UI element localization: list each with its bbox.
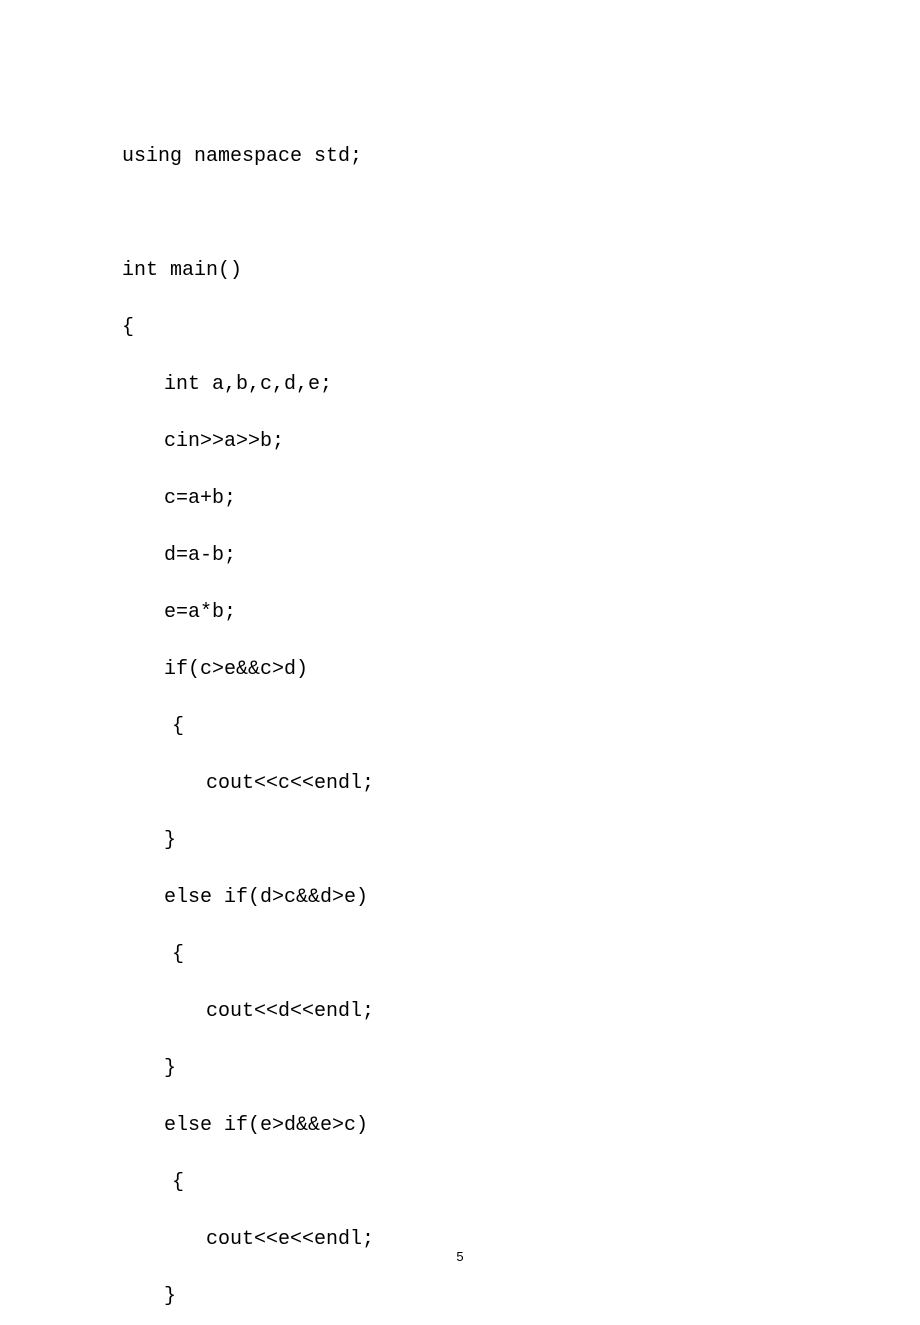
code-line: else if(e>d&&e>c) — [122, 1097, 820, 1154]
code-line: cout<<c<<endl; — [122, 755, 820, 812]
code-line: cin>>a>>b; — [122, 413, 820, 470]
code-line: cout<<d<<endl; — [122, 983, 820, 1040]
code-line: } — [122, 1040, 820, 1097]
code-line: if(c>e&&c>d) — [122, 641, 820, 698]
code-line: d=a-b; — [122, 527, 820, 584]
code-line: int a,b,c,d,e; — [122, 356, 820, 413]
code-line: { — [122, 1154, 820, 1211]
code-line: { — [122, 299, 820, 356]
code-line: c=a+b; — [122, 470, 820, 527]
code-line: int main() — [122, 242, 820, 299]
code-block: using namespace std; int main() { int a,… — [0, 0, 920, 1325]
code-line: } — [122, 1268, 820, 1325]
code-line: using namespace std; — [122, 128, 820, 185]
code-line: e=a*b; — [122, 584, 820, 641]
code-line: } — [122, 812, 820, 869]
code-line: { — [122, 698, 820, 755]
page-number: 5 — [0, 1249, 920, 1264]
code-line: else if(d>c&&d>e) — [122, 869, 820, 926]
code-line: { — [122, 926, 820, 983]
